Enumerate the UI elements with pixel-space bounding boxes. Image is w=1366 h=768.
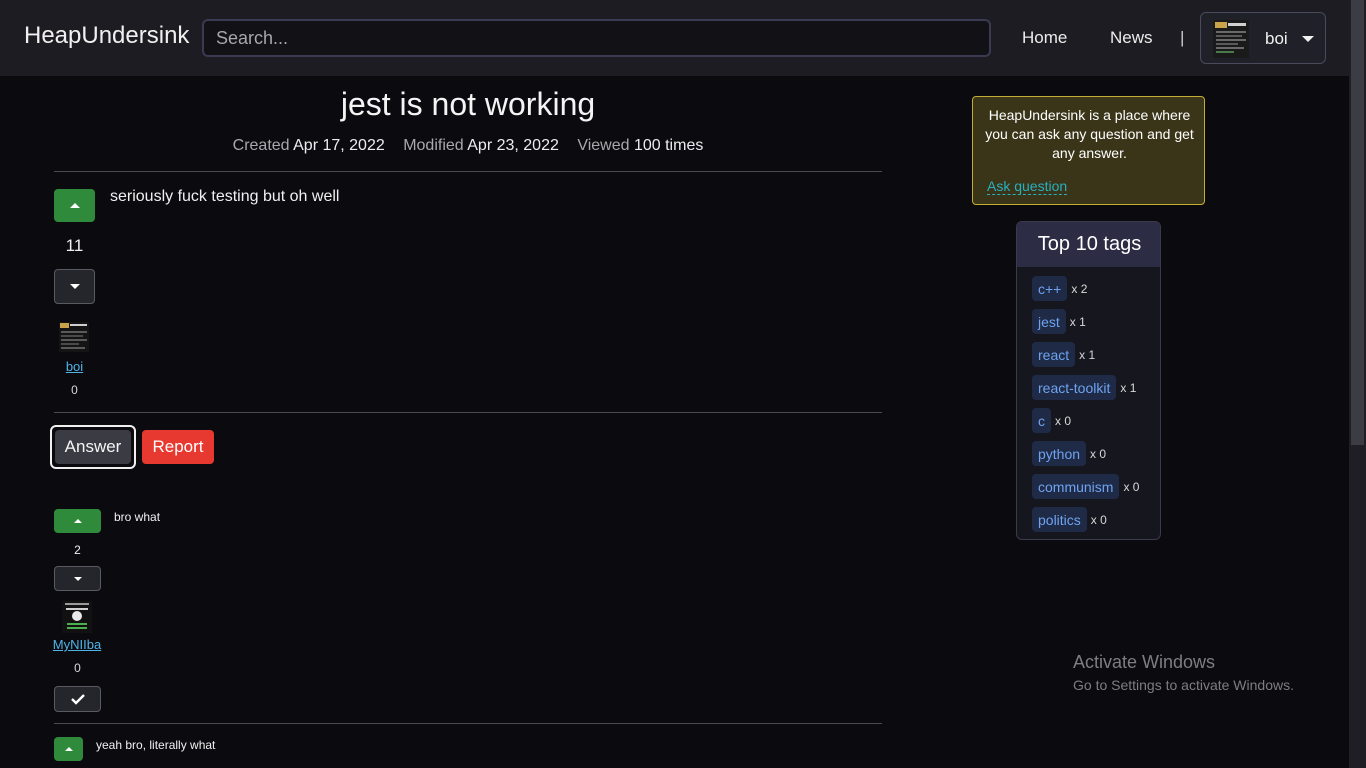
answer-upvote-button[interactable]: [54, 737, 83, 761]
tag-item: jest x 1: [1032, 309, 1086, 334]
user-menu-button[interactable]: boi: [1200, 12, 1326, 64]
tag-chip[interactable]: c: [1032, 408, 1051, 433]
tag-count: x 1: [1120, 380, 1137, 395]
view-count: 100 times: [633, 137, 704, 154]
tag-count: x 0: [1123, 479, 1140, 494]
ask-question-link[interactable]: Ask question: [987, 179, 1068, 195]
tag-chip[interactable]: c++: [1032, 276, 1068, 301]
question-downvote-button[interactable]: [54, 269, 95, 304]
tag-chip[interactable]: jest: [1032, 309, 1066, 334]
arrow-down-icon: [69, 284, 80, 289]
report-button[interactable]: Report: [142, 430, 214, 464]
answer-author-avatar: [62, 601, 92, 633]
tag-count: x 0: [1090, 446, 1107, 461]
navbar: HeapUndersink Home News | boi: [0, 0, 1349, 76]
answer-score: 2: [74, 543, 81, 557]
question-author-link[interactable]: boi: [54, 359, 95, 374]
question-author-avatar: [59, 322, 89, 352]
answer-body: bro what: [114, 510, 161, 524]
question-meta: Created Apr 17, 2022 Modified Apr 23, 20…: [54, 137, 882, 155]
answer-body: yeah bro, literally what: [96, 738, 216, 752]
site-info-box: HeapUndersink is a place where you can a…: [972, 96, 1205, 205]
arrow-up-icon: [64, 747, 73, 751]
created-date: Apr 17, 2022: [293, 137, 385, 154]
question-body: seriously fuck testing but oh well: [110, 188, 340, 205]
tag-item: react x 1: [1032, 342, 1095, 367]
answer-author-link[interactable]: MyNIIba: [50, 637, 104, 652]
tag-chip[interactable]: communism: [1032, 474, 1120, 499]
top-tags-panel: Top 10 tags c++ x 2 jest x 1 react x 1 r…: [1016, 221, 1161, 540]
nav-separator: |: [1180, 28, 1185, 47]
chevron-down-icon: [1302, 36, 1314, 42]
answer-button-label: Answer: [55, 430, 131, 464]
divider: [54, 412, 882, 413]
tag-chip[interactable]: react: [1032, 342, 1076, 367]
modified-label: Modified: [403, 137, 464, 154]
page-scrollbar-thumb[interactable]: [1351, 0, 1364, 445]
divider: [54, 171, 882, 172]
created-label: Created: [232, 137, 290, 154]
viewed-label: Viewed: [577, 137, 630, 154]
divider: [54, 723, 882, 724]
tag-item: politics x 0: [1032, 507, 1107, 532]
brand-logo[interactable]: HeapUndersink: [24, 22, 189, 50]
modified-date: Apr 23, 2022: [467, 137, 559, 154]
answer-button[interactable]: Answer: [50, 425, 136, 469]
arrow-up-icon: [69, 203, 80, 208]
user-avatar: [1213, 20, 1249, 58]
question-upvote-button[interactable]: [54, 189, 95, 222]
accept-answer-button[interactable]: [54, 686, 101, 712]
checkmark-icon: [70, 694, 85, 705]
top-tags-title: Top 10 tags: [1017, 222, 1160, 267]
tag-item: communism x 0: [1032, 474, 1139, 499]
tag-chip[interactable]: python: [1032, 441, 1087, 466]
tag-count: x 1: [1069, 314, 1086, 329]
activate-windows-title: Activate Windows: [1073, 652, 1216, 672]
search-input[interactable]: [202, 19, 991, 57]
arrow-down-icon: [73, 576, 82, 581]
username-label: boi: [1265, 29, 1288, 48]
tag-chip[interactable]: politics: [1032, 507, 1087, 532]
tag-chip[interactable]: react-toolkit: [1032, 375, 1117, 400]
tag-count: x 1: [1079, 347, 1096, 362]
nav-link-home[interactable]: Home: [1022, 28, 1067, 48]
question-score: 11: [65, 236, 84, 255]
answer-upvote-button[interactable]: [54, 509, 101, 533]
question-author-reputation: 0: [71, 383, 78, 397]
tag-item: c++ x 2: [1032, 276, 1087, 301]
question-title: jest is not working: [340, 86, 596, 122]
tag-count: x 2: [1071, 281, 1088, 296]
activate-windows-subtitle: Go to Settings to activate Windows.: [1073, 677, 1294, 693]
tag-item: react-toolkit x 1: [1032, 375, 1136, 400]
nav-link-news[interactable]: News: [1110, 28, 1153, 48]
tag-count: x 0: [1055, 413, 1072, 428]
answer-downvote-button[interactable]: [54, 566, 101, 591]
answer-author-reputation: 0: [74, 661, 81, 675]
arrow-up-icon: [73, 519, 82, 523]
tag-item: c x 0: [1032, 408, 1071, 433]
tag-count: x 0: [1090, 512, 1107, 527]
site-info-text: HeapUndersink is a place where you can a…: [985, 107, 1194, 161]
tag-item: python x 0: [1032, 441, 1106, 466]
